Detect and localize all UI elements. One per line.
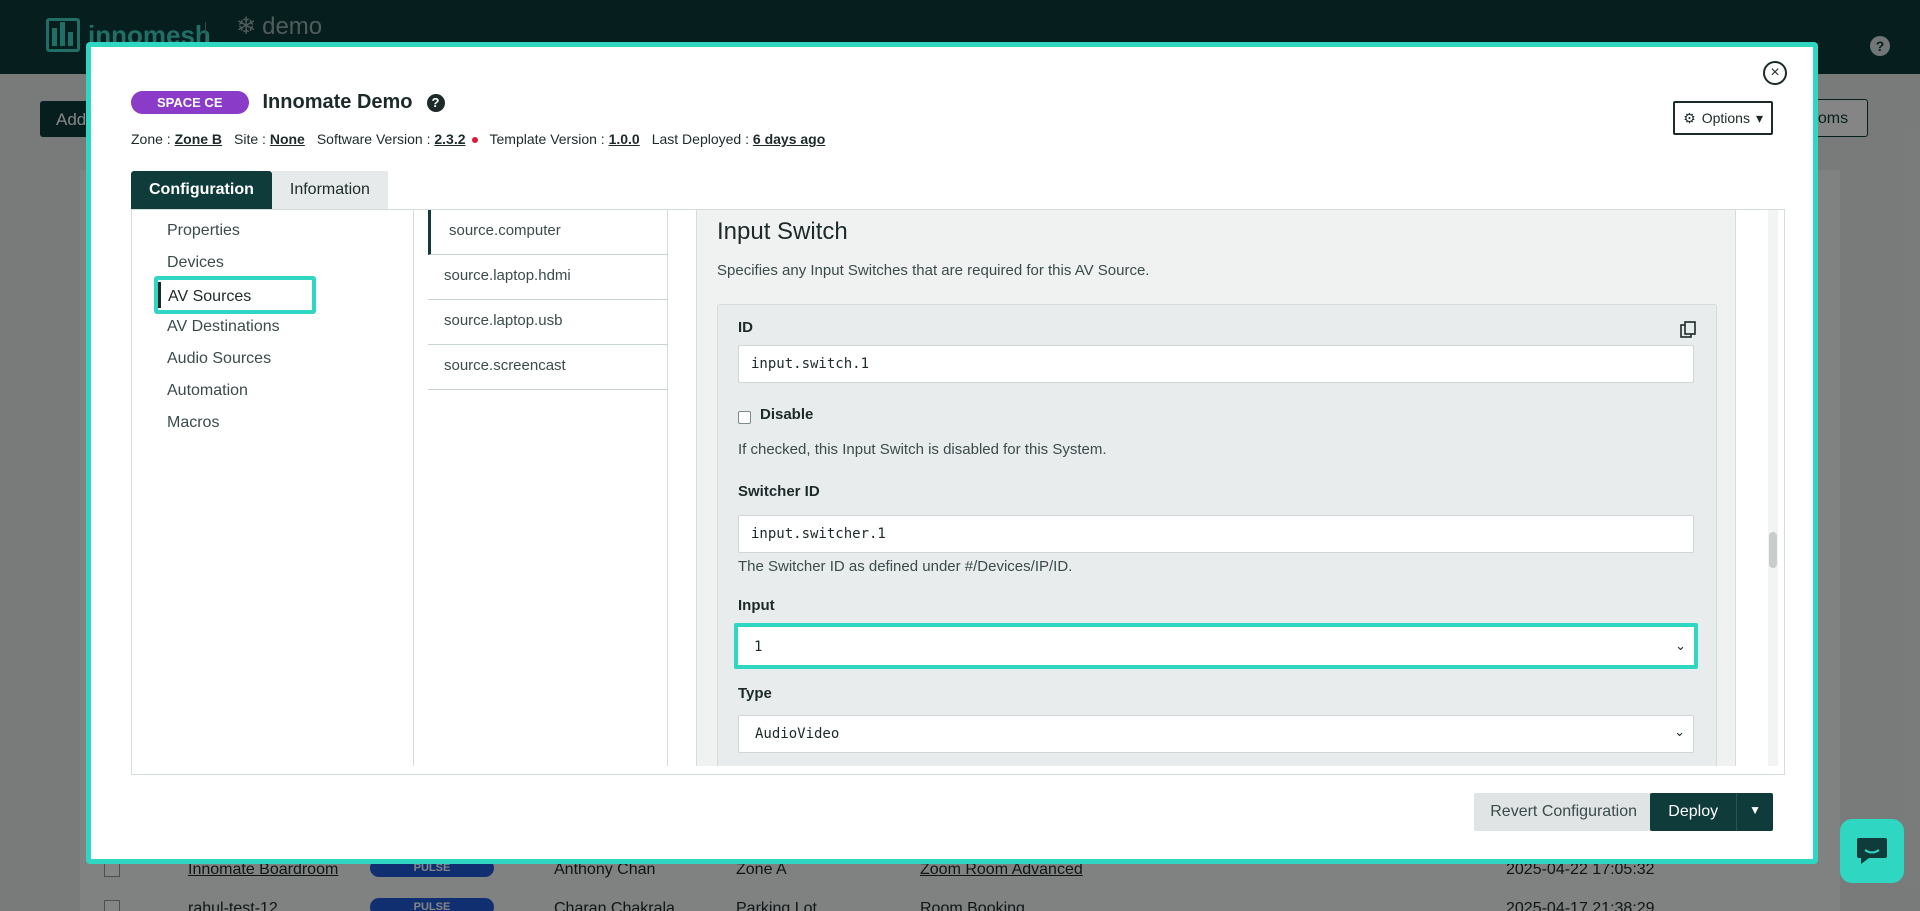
tab-information[interactable]: Information (271, 171, 388, 209)
help-icon[interactable]: ? (426, 93, 445, 112)
source-editor: Input Switch Specifies any Input Switche… (682, 210, 1786, 766)
config-panel: Properties Devices AV Sources AV Destina… (131, 209, 1785, 775)
section-title: Input Switch (717, 218, 848, 245)
software-version-link[interactable]: 2.3.2 (434, 131, 465, 147)
nav-item-devices[interactable]: Devices (167, 254, 224, 272)
nav-item-av-destinations[interactable]: AV Destinations (167, 318, 280, 336)
switcher-id-input[interactable]: input.switcher.1 (738, 515, 1694, 553)
source-item[interactable]: source.laptop.hdmi (428, 255, 668, 300)
type-label: Type (738, 685, 772, 702)
source-item[interactable]: source.laptop.usb (428, 300, 668, 345)
zone-link[interactable]: Zone B (175, 131, 222, 147)
space-badge: SPACE CE (131, 91, 249, 114)
chat-bubble-icon (1857, 838, 1887, 864)
update-dot-icon (471, 137, 478, 144)
nav-item-automation[interactable]: Automation (167, 382, 248, 400)
scrollbar-track[interactable] (1768, 210, 1778, 766)
type-select-value: AudioVideo (755, 726, 840, 742)
input-switch-card: ID input.switch.1 Disable If checked, th… (717, 304, 1717, 766)
nav-item-audio-sources[interactable]: Audio Sources (167, 350, 271, 368)
options-label: Options (1701, 110, 1750, 126)
revert-configuration-button[interactable]: Revert Configuration (1474, 793, 1653, 831)
deploy-button[interactable]: Deploy (1650, 793, 1738, 831)
close-icon[interactable]: × (1763, 61, 1787, 85)
tab-bar: Configuration Information (131, 171, 388, 209)
zone-label: Zone : (131, 131, 171, 147)
gear-icon: ⚙ (1683, 109, 1696, 126)
switcher-id-help-text: The Switcher ID as defined under #/Devic… (738, 558, 1073, 575)
nav-item-macros[interactable]: Macros (167, 414, 219, 432)
switcher-id-label: Switcher ID (738, 483, 820, 500)
id-label: ID (738, 319, 753, 336)
input-select-value: 1 (754, 639, 763, 655)
nav-item-properties[interactable]: Properties (167, 222, 240, 240)
modal-header: SPACE CE Innomate Demo ? (131, 91, 445, 114)
deploy-caret-icon[interactable]: ▼ (1737, 793, 1773, 831)
scrollbar-thumb[interactable] (1769, 532, 1777, 568)
disable-label: Disable (760, 406, 814, 423)
config-sidebar: Properties Devices AV Sources AV Destina… (132, 210, 414, 766)
chevron-down-icon: ⌄ (1674, 725, 1685, 740)
system-meta: Zone : Zone B Site : None Software Versi… (131, 131, 825, 147)
section-description: Specifies any Input Switches that are re… (717, 262, 1150, 279)
tab-configuration[interactable]: Configuration (131, 171, 272, 209)
software-version-label: Software Version : (316, 131, 431, 147)
copy-icon[interactable] (1680, 321, 1696, 339)
deploy-split-button: Deploy ▼ (1650, 793, 1773, 831)
input-label: Input (738, 597, 775, 614)
source-list: source.computer source.laptop.hdmi sourc… (428, 210, 668, 766)
id-input[interactable]: input.switch.1 (738, 345, 1694, 383)
options-dropdown[interactable]: ⚙ Options ▾ (1673, 101, 1773, 135)
last-deployed-label: Last Deployed : (651, 131, 749, 147)
input-select[interactable]: 1 ⌄ (734, 623, 1698, 669)
chevron-down-icon: ⌄ (1675, 639, 1686, 654)
disable-help-text: If checked, this Input Switch is disable… (738, 441, 1107, 458)
last-deployed-link[interactable]: 6 days ago (753, 131, 825, 147)
site-link[interactable]: None (270, 131, 305, 147)
template-version-label: Template Version : (489, 131, 605, 147)
source-item[interactable]: source.computer (428, 210, 668, 255)
source-item[interactable]: source.screencast (428, 345, 668, 390)
site-label: Site : (234, 131, 266, 147)
type-select[interactable]: AudioVideo ⌄ (738, 715, 1694, 753)
disable-checkbox[interactable] (738, 411, 751, 424)
system-title: Innomate Demo (262, 91, 413, 113)
caret-down-icon: ▾ (1755, 109, 1763, 126)
input-switch-section: Input Switch Specifies any Input Switche… (696, 210, 1736, 766)
configuration-modal: × SPACE CE Innomate Demo ? Zone : Zone B… (86, 42, 1818, 864)
template-version-link[interactable]: 1.0.0 (609, 131, 640, 147)
nav-item-av-sources[interactable]: AV Sources (154, 276, 316, 314)
chat-launcher-button[interactable] (1840, 819, 1904, 883)
